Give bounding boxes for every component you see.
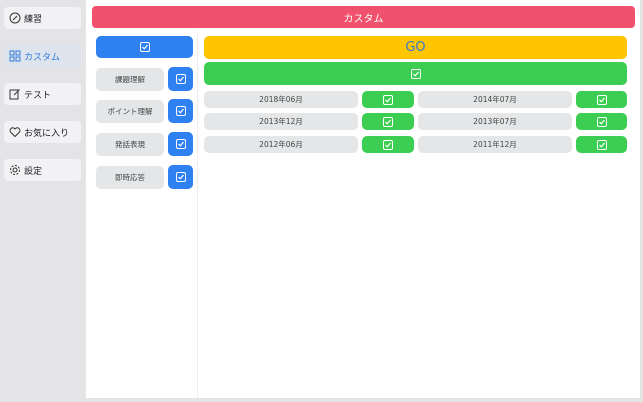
select-all-categories-button[interactable] — [96, 36, 193, 58]
main-content: カスタム 課題理解 ポイント理解 発話表現 即時応答 GO 2018年06月 2… — [86, 0, 640, 398]
exam-checkbox[interactable] — [362, 113, 414, 130]
exam-checkbox[interactable] — [576, 113, 627, 130]
edit-square-icon — [9, 88, 21, 100]
sidebar-item-label: テスト — [24, 90, 52, 101]
exam-label: 2018年06月 — [259, 95, 303, 104]
checkbox-checked-icon — [596, 139, 607, 150]
exam-button[interactable]: 2014年07月 — [418, 91, 572, 108]
select-all-exams-button[interactable] — [204, 62, 627, 85]
sidebar-item-favorites[interactable]: お気に入り — [4, 121, 81, 143]
checkbox-checked-icon — [139, 42, 150, 52]
sidebar-item-label: 設定 — [24, 166, 43, 177]
category-label: ポイント理解 — [107, 107, 153, 116]
pencil-circle-icon — [9, 12, 21, 24]
checkbox-checked-icon — [596, 116, 607, 127]
category-label: 即時応答 — [115, 173, 145, 182]
sidebar: 練習 カスタム テスト お気に入り 設定 — [0, 0, 86, 402]
sidebar-item-custom[interactable]: カスタム — [4, 45, 81, 67]
category-panel: 課題理解 ポイント理解 発話表現 即時応答 — [86, 30, 198, 398]
go-button[interactable]: GO — [204, 36, 627, 59]
page-title: カスタム — [92, 6, 635, 28]
sidebar-item-test[interactable]: テスト — [4, 83, 81, 105]
category-button-point-rikai[interactable]: ポイント理解 — [96, 100, 164, 123]
category-label: 課題理解 — [115, 75, 145, 84]
exam-button[interactable]: 2018年06月 — [204, 91, 358, 108]
sidebar-item-settings[interactable]: 設定 — [4, 159, 81, 181]
sidebar-item-label: カスタム — [24, 52, 61, 63]
grid-icon — [9, 50, 21, 62]
exam-checkbox[interactable] — [362, 91, 414, 108]
category-checkbox-kadai-rikai[interactable] — [168, 67, 193, 91]
sidebar-item-label: お気に入り — [24, 128, 70, 139]
gear-icon — [9, 164, 21, 176]
checkbox-checked-icon — [596, 94, 607, 105]
category-button-hatsuwa-hyogen[interactable]: 発話表現 — [96, 133, 164, 156]
sidebar-item-practice[interactable]: 練習 — [4, 7, 81, 29]
sidebar-item-label: 練習 — [24, 14, 43, 25]
checkbox-checked-icon — [383, 94, 393, 105]
checkbox-checked-icon — [175, 172, 186, 182]
exam-label: 2014年07月 — [473, 95, 517, 104]
exam-checkbox[interactable] — [576, 136, 627, 153]
checkbox-checked-icon — [175, 106, 186, 116]
category-checkbox-hatsuwa-hyogen[interactable] — [168, 132, 193, 156]
category-label: 発話表現 — [115, 140, 145, 149]
exam-button[interactable]: 2013年07月 — [418, 113, 572, 130]
heart-icon — [9, 126, 21, 138]
category-button-sokuji-outou[interactable]: 即時応答 — [96, 166, 164, 189]
checkbox-checked-icon — [383, 116, 393, 127]
exam-button[interactable]: 2012年06月 — [204, 136, 358, 153]
exam-checkbox[interactable] — [362, 136, 414, 153]
exam-button[interactable]: 2013年12月 — [204, 113, 358, 130]
category-button-kadai-rikai[interactable]: 課題理解 — [96, 68, 164, 91]
checkbox-checked-icon — [175, 139, 186, 149]
exam-label: 2012年06月 — [259, 140, 303, 149]
exam-label: 2011年12月 — [473, 140, 517, 149]
category-checkbox-sokuji-outou[interactable] — [168, 165, 193, 189]
exam-checkbox[interactable] — [576, 91, 627, 108]
exam-label: 2013年07月 — [473, 117, 517, 126]
go-label: GO — [405, 40, 426, 55]
checkbox-checked-icon — [383, 139, 393, 150]
exam-button[interactable]: 2011年12月 — [418, 136, 572, 153]
exam-panel: GO 2018年06月 2014年07月 2013年12月 2013年07月 2… — [199, 30, 640, 398]
checkbox-checked-icon — [410, 68, 421, 79]
category-checkbox-point-rikai[interactable] — [168, 99, 193, 123]
exam-label: 2013年12月 — [259, 117, 303, 126]
checkbox-checked-icon — [175, 74, 186, 84]
